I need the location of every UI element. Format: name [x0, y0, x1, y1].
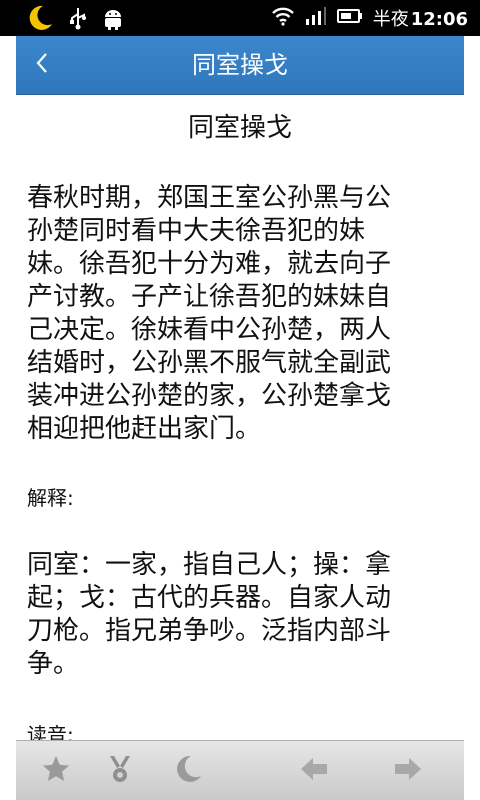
page-title: 同室操戈	[192, 51, 288, 79]
article-heading: 同室操戈	[187, 113, 292, 143]
moon-icon	[26, 4, 54, 36]
title-bar: 同室操戈	[16, 36, 464, 95]
night-mode-button[interactable]	[172, 755, 204, 787]
favorite-button[interactable]	[40, 755, 72, 787]
arrow-right-icon	[393, 756, 423, 786]
time-value: 12:06	[410, 9, 468, 30]
previous-button[interactable]	[298, 755, 330, 787]
status-bar: 半夜 12:06	[0, 0, 480, 36]
app-window: 同室操戈 同室操戈 春秋时期，郑国王室公孙黑与公孙楚同时看中大夫徐吾犯的妹妹。徐…	[16, 36, 464, 800]
medal-icon	[106, 754, 134, 788]
status-time: 半夜 12:06	[373, 5, 468, 31]
arrow-left-icon	[299, 756, 329, 786]
star-icon	[41, 754, 71, 788]
article-content: 同室操戈 春秋时期，郑国王室公孙黑与公孙楚同时看中大夫徐吾犯的妹妹。徐吾犯十分为…	[16, 95, 464, 740]
story-paragraph: 春秋时期，郑国王室公孙黑与公孙楚同时看中大夫徐吾犯的妹妹。徐吾犯十分为难，就去向…	[27, 183, 392, 444]
next-button[interactable]	[392, 755, 424, 787]
medal-button[interactable]	[104, 755, 136, 787]
status-left-icons	[26, 4, 124, 36]
bottom-toolbar	[16, 740, 464, 800]
time-period: 半夜	[372, 9, 409, 30]
wifi-icon	[271, 6, 295, 30]
pronunciation-label: 读音:	[27, 723, 74, 740]
battery-icon	[336, 8, 363, 28]
moon-icon	[173, 754, 203, 788]
signal-icon	[305, 6, 327, 30]
usb-icon	[68, 6, 88, 34]
status-right: 半夜 12:06	[271, 0, 468, 36]
explanation-label: 解释:	[27, 486, 74, 510]
android-icon	[102, 6, 124, 34]
explanation-paragraph: 同室：一家，指自己人；操：拿起；戈：古代的兵器。自家人动刀枪。指兄弟争吵。泛指内…	[27, 550, 392, 679]
